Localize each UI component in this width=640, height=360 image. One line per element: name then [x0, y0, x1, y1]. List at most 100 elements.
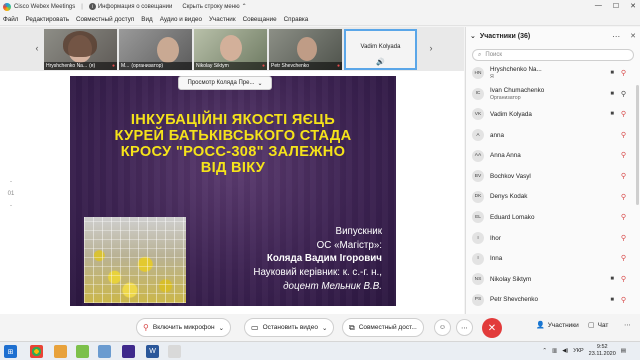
- app-icon[interactable]: [98, 345, 111, 358]
- camera-icon: ■: [610, 296, 614, 303]
- app-icon[interactable]: [122, 345, 135, 358]
- mic-muted-icon[interactable]: ⚲: [621, 69, 626, 77]
- participant-row[interactable]: AA Anna Anna ⚲: [466, 145, 640, 166]
- participant-row[interactable]: IC Ivan Chumachenko Организатор ■ ⚲: [466, 84, 640, 105]
- mic-muted-icon[interactable]: ⚲: [621, 275, 626, 283]
- menu-participant[interactable]: Участник: [209, 16, 236, 23]
- share-screen-icon: ⧉: [349, 322, 355, 332]
- menu-edit[interactable]: Редактировать: [25, 16, 69, 23]
- participant-name: Denys Kodak: [490, 193, 528, 201]
- chat-button[interactable]: ▢ Чат: [588, 321, 608, 330]
- strip-next-button[interactable]: ›: [425, 41, 437, 55]
- video-button[interactable]: ▭ Остановить видео ⌄: [244, 318, 335, 337]
- video-thumbnail[interactable]: Petr Shevchenko ●: [269, 29, 342, 70]
- participant-row[interactable]: I Ihor ⚲: [466, 228, 640, 249]
- participant-row[interactable]: VK Vadim Kolyada ■ ⚲: [466, 104, 640, 125]
- participant-row[interactable]: EL Eduard Lomako ⚲: [466, 207, 640, 228]
- mic-muted-icon[interactable]: ⚲: [621, 151, 626, 159]
- more-icon[interactable]: ⋯: [624, 321, 631, 329]
- panel-scrollbar[interactable]: [636, 85, 639, 205]
- tray-up-icon[interactable]: ⌃: [542, 348, 547, 354]
- meeting-info-label: Информация о совещании: [97, 3, 173, 10]
- more-options-button[interactable]: ⋯: [456, 319, 473, 336]
- mic-muted-icon: ●: [261, 63, 265, 69]
- chevron-down-icon[interactable]: ⌄: [470, 32, 476, 40]
- participant-name: anna: [490, 131, 505, 139]
- participant-row[interactable]: I Inna ⚲: [466, 248, 640, 269]
- reactions-button[interactable]: ☺: [434, 319, 451, 336]
- participant-name: Vadim Kolyada: [490, 110, 532, 118]
- zoom-in-button[interactable]: -: [6, 200, 16, 212]
- windows-start-icon[interactable]: ⊞: [4, 345, 17, 358]
- participants-button[interactable]: 👤 Участники: [536, 321, 579, 330]
- language-indicator[interactable]: УКР: [573, 348, 583, 354]
- thumbnail-name: Petr Shevchenko: [271, 63, 310, 69]
- video-thumbnail-strip: ‹ Hryshchenko Na... (я) ● M... (организа…: [0, 27, 464, 71]
- participant-name: Eduard Lomako: [490, 213, 535, 221]
- mic-muted-icon[interactable]: ⚲: [621, 131, 626, 139]
- participant-video: [220, 35, 242, 61]
- participant-row[interactable]: BV Bochkov Vasyl ⚲: [466, 166, 640, 187]
- mic-muted-icon[interactable]: ⚲: [621, 172, 626, 180]
- meeting-controls: ⚲ Включить микрофон ⌄ ▭ Остановить видео…: [0, 314, 640, 341]
- participants-header: ⌄ Участники (36) ⋯ ✕: [466, 27, 640, 45]
- network-icon[interactable]: ▥: [552, 348, 557, 354]
- app-icon[interactable]: [168, 345, 181, 358]
- more-options-icon[interactable]: ⋯: [612, 32, 620, 41]
- participant-video: [297, 37, 317, 61]
- hide-menu-button[interactable]: Скрыть строку меню ⌃: [182, 3, 246, 11]
- app-icon[interactable]: [76, 345, 89, 358]
- mic-button[interactable]: ⚲ Включить микрофон ⌄: [136, 318, 232, 337]
- participant-name: Inna: [490, 255, 503, 263]
- participant-row[interactable]: NS Nikolay Siktym ■ ⚲: [466, 269, 640, 290]
- menu-audio-video[interactable]: Аудио и видео: [160, 16, 202, 23]
- mic-muted-icon[interactable]: ⚲: [621, 213, 626, 221]
- mic-muted-icon[interactable]: ⚲: [621, 110, 626, 118]
- menu-meeting[interactable]: Совещание: [243, 16, 277, 23]
- explorer-icon[interactable]: [54, 345, 67, 358]
- mic-muted-icon: ●: [336, 63, 340, 69]
- system-tray: ⌃ ▥ ◀) УКР 9:52 23.11.2020 ▤: [542, 344, 626, 358]
- app-title: Cisco Webex Meetings: [14, 3, 76, 10]
- mic-muted-icon[interactable]: ⚲: [621, 193, 626, 201]
- close-icon[interactable]: ✕: [630, 32, 636, 40]
- mic-muted-icon[interactable]: ⚲: [621, 296, 626, 304]
- mic-muted-icon[interactable]: ⚲: [621, 254, 626, 262]
- zoom-out-button[interactable]: -: [6, 176, 16, 188]
- participant-search-input[interactable]: ⌕ Поиск: [472, 49, 634, 61]
- zoom-toolbar: - 01 -: [6, 176, 16, 212]
- menu-help[interactable]: Справка: [284, 16, 309, 23]
- participant-row[interactable]: A anna ⚲: [466, 125, 640, 146]
- notification-icon[interactable]: ▤: [621, 348, 626, 354]
- video-thumbnail[interactable]: M... (организатор): [119, 29, 192, 70]
- end-call-button[interactable]: ✕: [482, 318, 502, 338]
- participant-row[interactable]: HN Hryshchenko Na... Я ■ ⚲: [466, 63, 640, 84]
- mic-muted-icon[interactable]: ⚲: [621, 234, 626, 242]
- share-button[interactable]: ⧉ Совместный дост...: [342, 318, 424, 337]
- share-viewer-tab[interactable]: Просмотр Коляда Пре... ⌄: [178, 76, 272, 90]
- video-thumbnail-active-speaker[interactable]: Vadim Kolyada 🔊: [344, 29, 417, 70]
- window-controls: — ☐ ✕: [595, 2, 636, 10]
- slide-author-block: Випускник ОС «Магістр»: Коляда Вадим Іго…: [253, 226, 382, 292]
- word-icon[interactable]: W: [146, 345, 159, 358]
- avatar: I: [472, 252, 484, 265]
- participant-row[interactable]: PS Petr Shevchenko ■ ⚲: [466, 290, 640, 311]
- minimize-button[interactable]: —: [595, 2, 602, 10]
- chrome-icon[interactable]: [30, 345, 43, 358]
- meeting-info-button[interactable]: i Информация о совещании: [88, 3, 173, 10]
- maximize-button[interactable]: ☐: [613, 2, 619, 10]
- info-icon: i: [88, 3, 96, 10]
- menu-view[interactable]: Вид: [141, 16, 152, 23]
- volume-icon[interactable]: ◀): [562, 348, 568, 354]
- video-thumbnail[interactable]: Hryshchenko Na... (я) ●: [44, 29, 117, 70]
- participants-title: Участники (36): [479, 32, 531, 40]
- clock[interactable]: 9:52 23.11.2020: [589, 344, 616, 358]
- video-thumbnail[interactable]: Nikolay Siktym ●: [194, 29, 267, 70]
- menu-file[interactable]: Файл: [3, 16, 18, 23]
- participant-row[interactable]: DK Denys Kodak ⚲: [466, 187, 640, 208]
- mic-muted-icon: ●: [111, 63, 115, 69]
- strip-prev-button[interactable]: ‹: [31, 41, 43, 55]
- close-button[interactable]: ✕: [630, 2, 636, 10]
- mic-icon[interactable]: ⚲: [621, 90, 626, 98]
- menu-share[interactable]: Совместный доступ: [76, 16, 134, 23]
